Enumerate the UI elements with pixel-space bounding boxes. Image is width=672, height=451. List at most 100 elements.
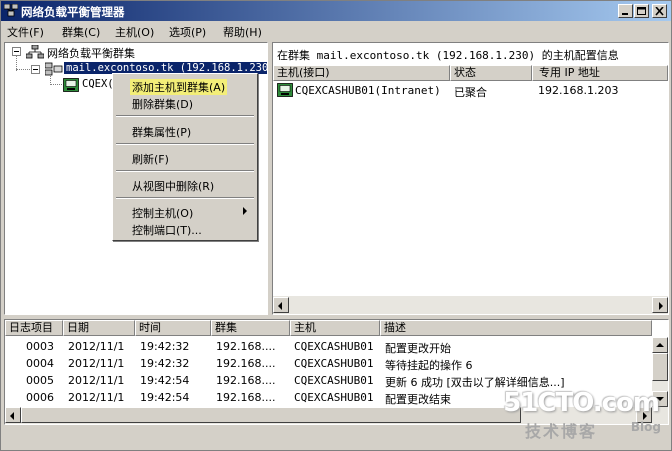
menu-remove-from-view[interactable]: 从视图中删除(R) bbox=[115, 176, 255, 193]
log-host-cell: CQEXCASHUB01 bbox=[294, 357, 374, 370]
arrow-down-icon bbox=[656, 397, 664, 401]
maximize-icon bbox=[637, 7, 646, 15]
column-header-time[interactable]: 时间 bbox=[135, 320, 211, 336]
log-cluster-cell: 192.168.... bbox=[216, 391, 276, 404]
host-status-cell: 已聚合 bbox=[454, 86, 487, 99]
menu-add-host-to-cluster[interactable]: 添加主机到群集(A) bbox=[115, 77, 255, 95]
log-time-cell: 19:42:32 bbox=[140, 340, 190, 353]
log-horizontal-scrollbar[interactable] bbox=[5, 407, 668, 424]
column-header-cluster[interactable]: 群集 bbox=[211, 320, 290, 336]
menu-item-label: 从视图中删除(R) bbox=[132, 180, 215, 193]
menu-separator bbox=[116, 143, 254, 145]
log-host-cell: CQEXCASHUB01 bbox=[294, 391, 374, 404]
hosts-horizontal-scrollbar[interactable] bbox=[273, 296, 668, 314]
menu-item-label: 刷新(F) bbox=[132, 153, 169, 166]
table-row[interactable]: CQEXCASHUB01(Intranet) 已聚合 192.168.1.203 bbox=[273, 82, 668, 100]
scroll-down-button[interactable] bbox=[652, 391, 668, 407]
menu-separator bbox=[116, 170, 254, 172]
column-header-ip[interactable]: 专用 IP 地址 bbox=[532, 65, 668, 81]
nlb-app-icon bbox=[3, 3, 19, 17]
log-id-cell: 0003 bbox=[26, 340, 54, 353]
log-host-cell: CQEXCASHUB01 bbox=[294, 374, 374, 387]
log-date-cell: 2012/11/1 bbox=[68, 357, 125, 370]
host-computer-icon bbox=[277, 83, 293, 100]
host-ip-cell: 192.168.1.203 bbox=[538, 84, 619, 97]
arrow-left-icon bbox=[278, 302, 282, 310]
tree-host-label[interactable]: CQEX( bbox=[82, 78, 114, 90]
table-row[interactable]: 0004 2012/11/1 19:42:32 192.168.... CQEX… bbox=[5, 355, 652, 372]
menu-cluster-properties[interactable]: 群集属性(P) bbox=[115, 122, 255, 139]
column-header-log-host[interactable]: 主机 bbox=[290, 320, 380, 336]
tree-root-label[interactable]: 网络负载平衡群集 bbox=[47, 45, 135, 61]
arrow-right-icon bbox=[659, 302, 663, 310]
scroll-thumb[interactable] bbox=[21, 407, 521, 423]
menu-delete-cluster[interactable]: 删除群集(D) bbox=[115, 94, 255, 111]
menu-options[interactable]: 选项(P) bbox=[169, 24, 206, 40]
arrow-left-icon bbox=[10, 412, 14, 420]
cluster-group-icon bbox=[25, 44, 45, 62]
scroll-left-button[interactable] bbox=[5, 407, 21, 423]
menu-file[interactable]: 文件(F) bbox=[7, 24, 44, 40]
window-title: 网络负载平衡管理器 bbox=[21, 5, 125, 19]
log-date-cell: 2012/11/1 bbox=[68, 374, 125, 387]
minimize-button[interactable] bbox=[618, 4, 633, 18]
collapse-root-icon[interactable] bbox=[12, 47, 21, 56]
log-description-cell: 等待挂起的操作 6 bbox=[385, 359, 473, 372]
scroll-right-button[interactable] bbox=[652, 297, 668, 313]
collapse-cluster-icon[interactable] bbox=[31, 65, 40, 74]
scroll-thumb[interactable] bbox=[652, 353, 668, 381]
table-row[interactable]: 0003 2012/11/1 19:42:32 192.168.... CQEX… bbox=[5, 338, 652, 355]
menu-separator bbox=[116, 197, 254, 199]
column-header-log-id[interactable]: 日志项目 bbox=[5, 320, 63, 336]
log-cluster-cell: 192.168.... bbox=[216, 357, 276, 370]
menu-host[interactable]: 主机(O) bbox=[115, 24, 154, 40]
log-pane: 日志项目 日期 时间 群集 主机 描述 0003 2012/11/1 19:42… bbox=[4, 319, 669, 425]
menu-item-label: 控制主机(O) bbox=[132, 207, 194, 220]
log-host-cell: CQEXCASHUB01 bbox=[294, 340, 374, 353]
log-description-cell: 配置更改开始 bbox=[385, 342, 451, 355]
log-time-cell: 19:42:54 bbox=[140, 374, 190, 387]
cluster-icon bbox=[44, 62, 63, 79]
table-row[interactable]: 0006 2012/11/1 19:42:54 192.168.... CQEX… bbox=[5, 389, 652, 406]
scroll-up-button[interactable] bbox=[652, 337, 668, 353]
column-header-status[interactable]: 状态 bbox=[450, 65, 532, 81]
column-header-date[interactable]: 日期 bbox=[63, 320, 135, 336]
hosts-caption: 在群集 mail.excontoso.tk (192.168.1.230) 的主… bbox=[277, 49, 619, 62]
scroll-right-button[interactable] bbox=[636, 407, 652, 423]
menu-control-host[interactable]: 控制主机(O) bbox=[115, 203, 255, 220]
maximize-button[interactable] bbox=[634, 4, 649, 18]
close-button[interactable] bbox=[652, 4, 667, 18]
log-id-cell: 0006 bbox=[26, 391, 54, 404]
column-header-description[interactable]: 描述 bbox=[380, 320, 652, 336]
column-header-host[interactable]: 主机(接口) bbox=[273, 65, 450, 81]
menu-refresh[interactable]: 刷新(F) bbox=[115, 149, 255, 166]
menu-separator bbox=[116, 115, 254, 117]
log-time-cell: 19:42:54 bbox=[140, 391, 190, 404]
menu-item-label: 删除群集(D) bbox=[132, 98, 194, 111]
log-id-cell: 0005 bbox=[26, 374, 54, 387]
log-time-cell: 19:42:32 bbox=[140, 357, 190, 370]
log-date-cell: 2012/11/1 bbox=[68, 340, 125, 353]
title-bar[interactable]: 网络负载平衡管理器 bbox=[1, 1, 671, 21]
menu-control-ports[interactable]: 控制端口(T)... bbox=[115, 220, 255, 237]
host-name-cell: CQEXCASHUB01(Intranet) bbox=[295, 84, 441, 97]
log-cluster-cell: 192.168.... bbox=[216, 374, 276, 387]
close-icon bbox=[655, 7, 664, 16]
log-vertical-scrollbar[interactable] bbox=[652, 337, 668, 407]
arrow-up-icon bbox=[656, 343, 664, 347]
log-cluster-cell: 192.168.... bbox=[216, 340, 276, 353]
log-id-cell: 0004 bbox=[26, 357, 54, 370]
arrow-right-icon bbox=[643, 412, 647, 420]
menu-bar: 文件(F) 群集(C) 主机(O) 选项(P) 帮助(H) bbox=[1, 22, 671, 41]
menu-help[interactable]: 帮助(H) bbox=[223, 24, 262, 40]
scroll-left-button[interactable] bbox=[273, 297, 289, 313]
table-row[interactable]: 0005 2012/11/1 19:42:54 192.168.... CQEX… bbox=[5, 372, 652, 389]
menu-cluster[interactable]: 群集(C) bbox=[62, 24, 100, 40]
log-date-cell: 2012/11/1 bbox=[68, 391, 125, 404]
menu-item-label: 群集属性(P) bbox=[132, 126, 192, 139]
host-computer-icon bbox=[63, 78, 79, 95]
submenu-arrow-icon bbox=[243, 207, 247, 215]
menu-item-label: 控制端口(T)... bbox=[132, 224, 202, 237]
log-description-cell: 更新 6 成功 [双击以了解详细信息...] bbox=[385, 376, 565, 389]
hosts-pane: 在群集 mail.excontoso.tk (192.168.1.230) 的主… bbox=[272, 42, 669, 315]
